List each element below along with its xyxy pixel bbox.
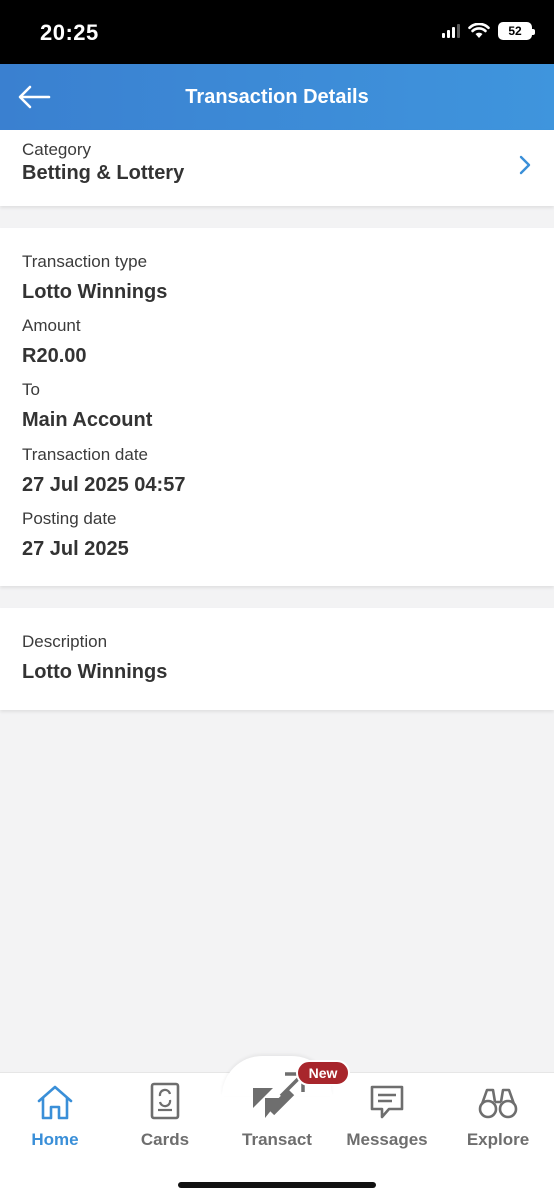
tab-messages[interactable]: Messages <box>332 1080 442 1150</box>
transaction-date-label: Transaction date <box>22 445 148 464</box>
tab-transact-label: Transact <box>242 1130 312 1149</box>
to-label: To <box>22 380 40 399</box>
wifi-icon <box>468 23 490 38</box>
chevron-right-icon <box>519 155 531 175</box>
tab-cards-label: Cards <box>140 1130 190 1149</box>
description-value: Lotto Winnings <box>22 661 168 683</box>
posting-date-value: 27 Jul 2025 <box>22 538 129 560</box>
page-title: Transaction Details <box>185 86 369 108</box>
category-value: Betting & Lottery <box>22 162 185 184</box>
amount-label: Amount <box>22 316 81 335</box>
category-label: Category <box>22 140 91 159</box>
transaction-type-label: Transaction type <box>22 252 148 271</box>
status-icons: 52 <box>442 22 535 40</box>
tab-messages-label: Messages <box>346 1130 428 1149</box>
battery-level: 52 <box>508 24 522 38</box>
amount-value: R20.00 <box>22 345 87 367</box>
description-label: Description <box>22 632 108 651</box>
transaction-details-card: Transaction type Lotto Winnings Amount R… <box>0 228 554 586</box>
transaction-date-value: 27 Jul 2025 04:57 <box>22 474 186 496</box>
category-row[interactable]: Category Betting & Lottery <box>0 130 554 206</box>
description-card: Description Lotto Winnings <box>0 608 554 710</box>
to-value: Main Account <box>22 409 153 431</box>
tab-transact[interactable]: Transact <box>222 1072 332 1150</box>
tab-cards[interactable]: Cards <box>110 1080 220 1150</box>
cellular-signal-icon <box>442 24 460 38</box>
tab-explore-label: Explore <box>466 1130 530 1149</box>
tab-home-label: Home <box>31 1130 79 1149</box>
transaction-type-value: Lotto Winnings <box>22 281 168 303</box>
home-icon <box>37 1085 73 1120</box>
home-indicator <box>178 1182 376 1188</box>
app-header: Transaction Details <box>0 64 554 130</box>
status-bar: 20:25 52 <box>0 0 554 64</box>
posting-date-label: Posting date <box>22 509 117 528</box>
battery-icon: 52 <box>498 22 535 40</box>
tab-home[interactable]: Home <box>0 1080 110 1150</box>
tab-explore[interactable]: Explore <box>443 1080 553 1150</box>
card-icon <box>150 1082 180 1120</box>
status-time: 20:25 <box>40 20 99 45</box>
binoculars-icon <box>478 1088 518 1119</box>
message-icon <box>370 1085 404 1119</box>
